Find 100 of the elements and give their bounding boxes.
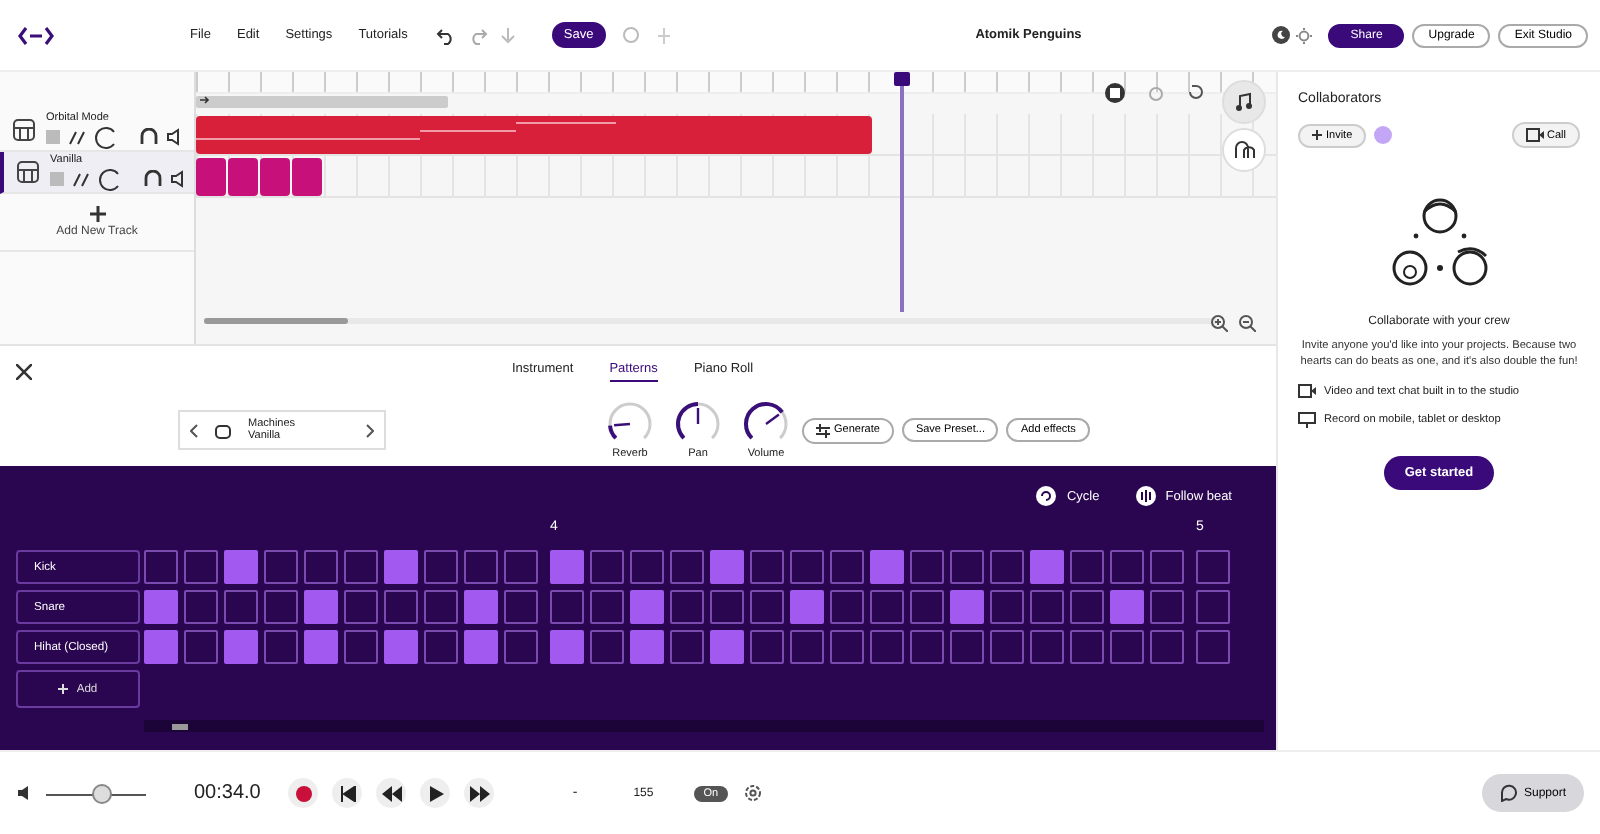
step-pad[interactable] <box>1070 630 1104 664</box>
step-pad[interactable] <box>910 590 944 624</box>
step-pad[interactable] <box>990 590 1024 624</box>
loop-icon[interactable] <box>1186 84 1204 102</box>
step-pad[interactable] <box>790 630 824 664</box>
step-pad[interactable] <box>670 590 704 624</box>
fx-icon[interactable] <box>72 171 90 187</box>
step-pad[interactable] <box>264 590 298 624</box>
step-pad[interactable] <box>590 630 624 664</box>
step-pad[interactable] <box>750 630 784 664</box>
step-pad[interactable] <box>424 630 458 664</box>
zoom-out-icon[interactable] <box>1238 314 1256 332</box>
speaker-icon[interactable] <box>166 128 184 146</box>
step-pad[interactable] <box>504 590 538 624</box>
step-pad[interactable] <box>264 630 298 664</box>
settings-icon[interactable] <box>744 784 763 802</box>
step-pad[interactable] <box>344 630 378 664</box>
waveform-icon <box>1135 486 1156 506</box>
step-pad[interactable] <box>304 550 338 584</box>
step-pad[interactable] <box>990 550 1024 584</box>
step-pad[interactable] <box>750 550 784 584</box>
step-pad[interactable] <box>1150 630 1184 664</box>
step-pad[interactable] <box>1150 590 1184 624</box>
step-pad[interactable] <box>144 550 178 584</box>
pin-icon[interactable] <box>655 25 672 45</box>
step-pad[interactable] <box>1070 550 1104 584</box>
step-pad[interactable] <box>384 590 418 624</box>
stop-icon[interactable] <box>1104 82 1126 104</box>
moon-icon[interactable] <box>1272 26 1291 44</box>
dot-icon[interactable] <box>1148 85 1164 101</box>
step-pad[interactable] <box>750 590 784 624</box>
step-pad[interactable] <box>1110 550 1144 584</box>
step-pad[interactable] <box>870 590 904 624</box>
comment-icon[interactable] <box>621 26 640 44</box>
step-pad[interactable] <box>264 550 298 584</box>
pattern-clip[interactable] <box>228 157 258 195</box>
step-pad[interactable] <box>424 550 458 584</box>
step-pad[interactable] <box>1150 550 1184 584</box>
step-pad[interactable] <box>1196 630 1230 664</box>
headphones-icon[interactable] <box>144 170 162 188</box>
pattern-clip[interactable] <box>196 157 226 195</box>
sun-icon[interactable] <box>1296 27 1313 43</box>
step-pad[interactable] <box>504 630 538 664</box>
fast-forward-button[interactable] <box>464 778 495 808</box>
step-pad[interactable] <box>224 590 258 624</box>
step-pad[interactable] <box>910 550 944 584</box>
chevron-right-icon[interactable] <box>366 423 374 437</box>
record-button[interactable] <box>288 778 319 808</box>
speaker-icon[interactable] <box>170 170 188 188</box>
volume-icon[interactable] <box>16 784 34 802</box>
step-pad[interactable] <box>504 550 538 584</box>
step-pad[interactable] <box>710 590 744 624</box>
step-pad[interactable] <box>910 630 944 664</box>
step-pad[interactable] <box>590 550 624 584</box>
camera-icon <box>1525 128 1544 142</box>
step-pad[interactable] <box>1030 630 1064 664</box>
redo-icon[interactable] <box>467 25 488 45</box>
step-pad[interactable] <box>1196 590 1230 624</box>
rewind-button[interactable] <box>376 778 407 808</box>
play-button[interactable] <box>420 778 451 808</box>
scrollbar[interactable] <box>144 720 1264 732</box>
headphones-icon[interactable] <box>140 128 158 146</box>
step-pad[interactable] <box>830 550 864 584</box>
chevron-left-icon[interactable] <box>190 423 198 437</box>
step-pad[interactable] <box>1110 630 1144 664</box>
arrow-icon <box>200 96 210 104</box>
step-pad[interactable] <box>590 590 624 624</box>
fx-icon[interactable] <box>68 129 86 145</box>
skip-back-button[interactable] <box>332 778 363 808</box>
close-icon[interactable] <box>16 364 32 380</box>
pattern-clip[interactable] <box>292 157 322 195</box>
volume-slider[interactable] <box>46 783 146 803</box>
step-pad[interactable] <box>950 630 984 664</box>
step-pad[interactable] <box>870 630 904 664</box>
step-pad[interactable] <box>184 630 218 664</box>
step-pad[interactable] <box>464 550 498 584</box>
step-pad[interactable] <box>950 550 984 584</box>
step-pad[interactable] <box>830 630 864 664</box>
step-pad[interactable] <box>790 550 824 584</box>
step-pad[interactable] <box>1030 590 1064 624</box>
step-pad[interactable] <box>830 590 864 624</box>
step-pad[interactable] <box>344 590 378 624</box>
step-pad[interactable] <box>630 550 664 584</box>
step-pad[interactable] <box>990 630 1024 664</box>
play-icon <box>427 785 444 801</box>
step-pad[interactable] <box>670 550 704 584</box>
step-pad[interactable] <box>424 590 458 624</box>
step-pad[interactable] <box>184 550 218 584</box>
pattern-clip[interactable] <box>260 157 290 195</box>
undo-icon[interactable] <box>435 25 456 45</box>
download-icon[interactable] <box>499 25 516 45</box>
zoom-in-icon[interactable] <box>1210 314 1228 332</box>
step-pad[interactable] <box>344 550 378 584</box>
step-pad[interactable] <box>670 630 704 664</box>
audio-clip[interactable] <box>196 115 872 153</box>
logo-icon[interactable] <box>18 25 54 45</box>
step-pad[interactable] <box>1070 590 1104 624</box>
step-pad[interactable] <box>550 590 584 624</box>
step-pad[interactable] <box>1196 550 1230 584</box>
step-pad[interactable] <box>184 590 218 624</box>
